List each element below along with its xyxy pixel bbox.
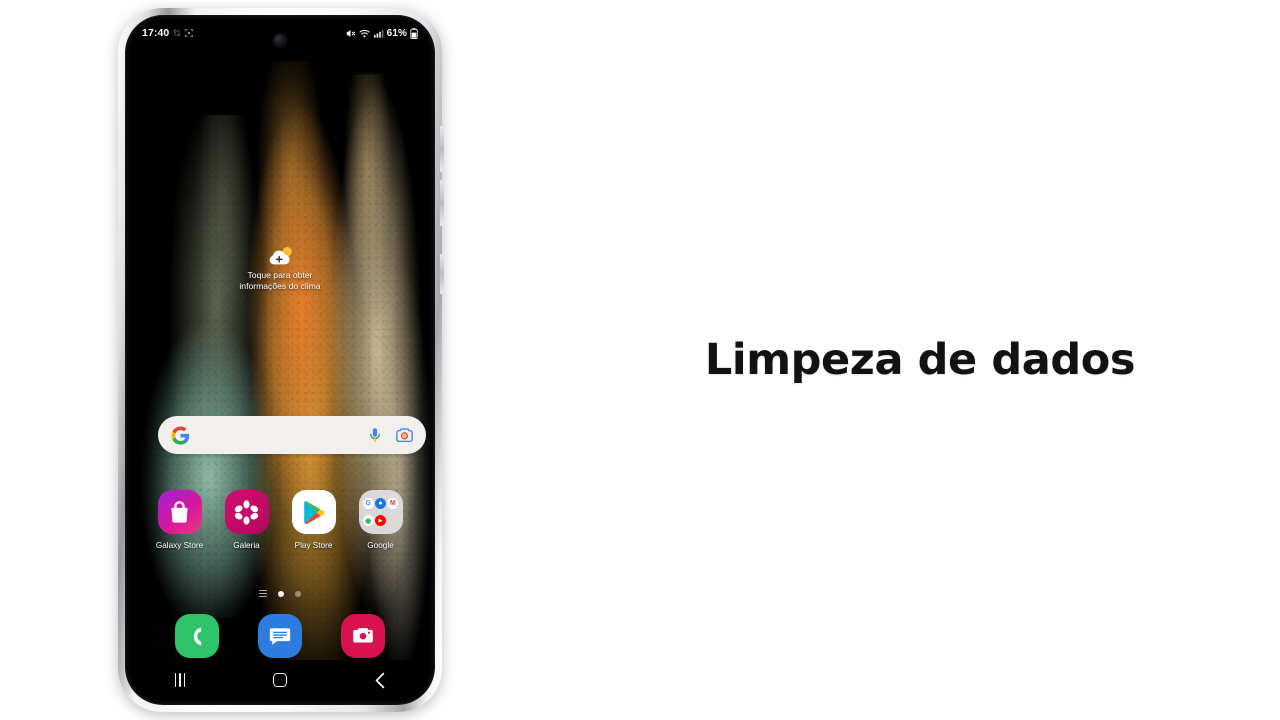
- weather-widget-text: Toque para obter informações do clima: [239, 270, 320, 293]
- app-label: Play Store: [294, 541, 333, 550]
- active-dot[interactable]: [278, 590, 284, 597]
- app-label: Galaxy Store: [155, 541, 204, 550]
- status-bar-right: 61%: [345, 28, 418, 39]
- wifi-icon: [359, 29, 370, 37]
- weather-text-line2: informações do clima: [239, 281, 321, 292]
- page-indicator: [130, 590, 430, 597]
- battery-icon: [410, 27, 418, 39]
- weather-text-line1: Toque para obter: [247, 270, 313, 280]
- phone-screen[interactable]: 17:40 61% Toque para obter informações d…: [130, 20, 430, 700]
- home-screen-app-grid: Galaxy Store Galeria Play Store G ● M ◉ …: [130, 490, 430, 550]
- flower-icon: [224, 490, 269, 534]
- folder-app-maps: ◉: [362, 515, 374, 527]
- cloud-plus-icon: [265, 245, 295, 267]
- google-search-bar[interactable]: [158, 416, 426, 454]
- app-label: Galeria: [233, 541, 260, 550]
- status-clock: 17:40: [142, 27, 170, 39]
- folder-app-youtube: ▶: [374, 515, 386, 527]
- back-icon[interactable]: [353, 665, 407, 695]
- status-bar-left: 17:40: [142, 27, 194, 39]
- folder-app-google: G: [362, 497, 374, 509]
- scan-notification-icon: [185, 29, 194, 37]
- app-galeria[interactable]: Galeria: [217, 490, 277, 550]
- microphone-icon[interactable]: [368, 427, 382, 444]
- folder-app-chrome: ●: [374, 497, 386, 509]
- page-title: Limpeza de dados: [704, 335, 1136, 385]
- recents-icon[interactable]: [153, 665, 207, 695]
- phone-handset-icon[interactable]: [175, 614, 220, 658]
- mute-icon: [346, 29, 355, 37]
- message-bubble-icon[interactable]: [257, 614, 302, 658]
- app-google-folder[interactable]: G ● M ◉ ▶ Google: [351, 490, 411, 550]
- shopping-bag-icon: [157, 490, 202, 534]
- dock: [130, 614, 430, 658]
- home-icon[interactable]: [253, 665, 307, 695]
- search-bar-actions: [368, 427, 413, 444]
- title-area: Limpeza de dados: [560, 0, 1280, 720]
- phone-device-frame: 17:40 61% Toque para obter informações d…: [118, 8, 444, 712]
- weather-widget[interactable]: Toque para obter informações do clima: [130, 245, 430, 293]
- signal-bars-icon: [373, 29, 384, 38]
- google-g-icon: [171, 425, 190, 445]
- camera-icon[interactable]: [340, 614, 385, 658]
- navigation-bar: [130, 660, 430, 700]
- slide-canvas: 17:40 61% Toque para obter informações d…: [0, 0, 1280, 720]
- app-folder-icon: G ● M ◉ ▶: [358, 490, 403, 534]
- crop-notification-icon: [174, 29, 181, 37]
- volume-up-button[interactable]: [440, 126, 444, 172]
- home-screen-wallpaper: [130, 20, 430, 700]
- volume-down-button[interactable]: [440, 180, 444, 226]
- front-camera-punch-hole: [273, 34, 287, 47]
- app-galaxy-store[interactable]: Galaxy Store: [150, 490, 210, 550]
- app-label: Google: [367, 541, 394, 550]
- battery-percentage: 61%: [386, 27, 407, 39]
- power-button[interactable]: [440, 254, 444, 294]
- wallpaper-vignette: [130, 20, 430, 700]
- inactive-dot[interactable]: [295, 590, 301, 597]
- app-play-store[interactable]: Play Store: [284, 490, 344, 550]
- folder-app-gmail: M: [387, 497, 399, 509]
- play-triangle-icon: [291, 490, 336, 534]
- list-page-icon[interactable]: [259, 590, 267, 597]
- folder-preview-grid: G ● M ◉ ▶: [359, 490, 403, 534]
- google-lens-icon[interactable]: [396, 427, 413, 443]
